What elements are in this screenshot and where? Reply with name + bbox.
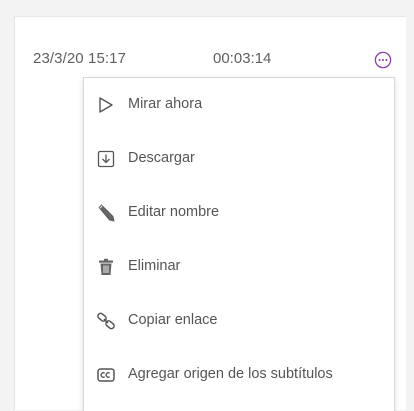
menu-item-watch-now[interactable]: Mirar ahora (84, 78, 394, 132)
closed-captions-icon (96, 365, 116, 385)
menu-item-label: Eliminar (128, 258, 181, 274)
trash-icon (96, 257, 116, 277)
download-icon (96, 149, 116, 169)
more-options-icon (374, 51, 392, 69)
recording-row: 23/3/20 15:17 00:03:14 (15, 17, 406, 77)
menu-item-add-captions[interactable]: Agregar origen de los subtítulos (84, 348, 394, 402)
play-icon (96, 95, 116, 115)
link-icon (96, 311, 116, 331)
menu-item-download[interactable]: Descargar (84, 132, 394, 186)
menu-item-label: Agregar origen de los subtítulos (128, 366, 333, 382)
recording-date: 23/3/20 15:17 (33, 50, 127, 67)
menu-item-copy-link[interactable]: Copiar enlace (84, 294, 394, 348)
recording-card: 23/3/20 15:17 00:03:14 Mirar ahora Desca… (14, 16, 406, 411)
menu-item-edit-name[interactable]: Editar nombre (84, 186, 394, 240)
menu-item-delete[interactable]: Eliminar (84, 240, 394, 294)
pencil-icon (96, 203, 116, 223)
recording-duration: 00:03:14 (213, 50, 272, 67)
menu-item-label: Editar nombre (128, 204, 220, 220)
more-options-button[interactable] (374, 51, 392, 69)
menu-item-label: Copiar enlace (128, 312, 218, 328)
options-menu: Mirar ahora Descargar Editar nombre Elim… (83, 77, 395, 411)
menu-item-label: Mirar ahora (128, 96, 203, 112)
menu-item-label: Descargar (128, 150, 195, 166)
